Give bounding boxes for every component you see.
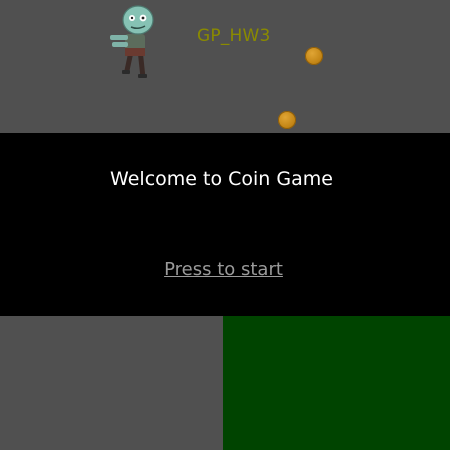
game-screen: GP_HW3 Welcome to Coin Game Press to sta… bbox=[0, 0, 450, 450]
green-zone bbox=[223, 316, 450, 450]
start-link[interactable]: Press to start bbox=[0, 259, 447, 280]
welcome-text: Welcome to Coin Game bbox=[110, 168, 333, 190]
coin-icon bbox=[278, 111, 296, 129]
gray-floor-zone bbox=[0, 316, 223, 450]
game-title: GP_HW3 bbox=[197, 26, 271, 46]
start-overlay: Welcome to Coin Game Press to start bbox=[0, 133, 450, 316]
zombie-icon bbox=[110, 5, 154, 78]
coin-icon bbox=[305, 47, 323, 65]
